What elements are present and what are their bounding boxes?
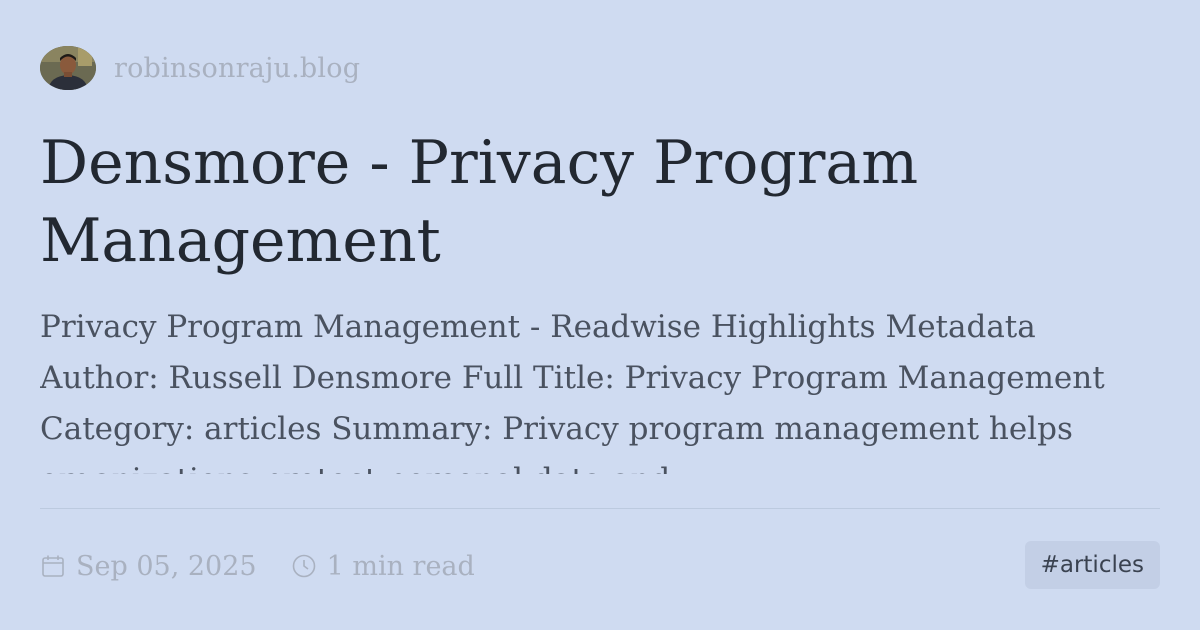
post-date-text: Sep 05, 2025 [76, 550, 257, 582]
post-meta: Sep 05, 2025 1 min read [40, 546, 475, 586]
read-time-text: 1 min read [326, 550, 475, 582]
site-name[interactable]: robinsonraju.blog [114, 53, 360, 84]
post-summary-container: Privacy Program Management - Readwise Hi… [40, 302, 1150, 474]
site-header: robinsonraju.blog [40, 46, 360, 90]
calendar-icon [42, 555, 64, 577]
clock-icon [292, 554, 315, 578]
post-summary: Privacy Program Management - Readwise Hi… [40, 309, 1105, 474]
read-time: 1 min read [291, 551, 475, 582]
author-avatar[interactable] [40, 46, 96, 90]
tag-articles[interactable]: #articles [1024, 541, 1160, 589]
divider [40, 508, 1160, 509]
post-date: Sep 05, 2025 [40, 551, 257, 582]
post-title: Densmore - Privacy Program Management [40, 128, 919, 276]
